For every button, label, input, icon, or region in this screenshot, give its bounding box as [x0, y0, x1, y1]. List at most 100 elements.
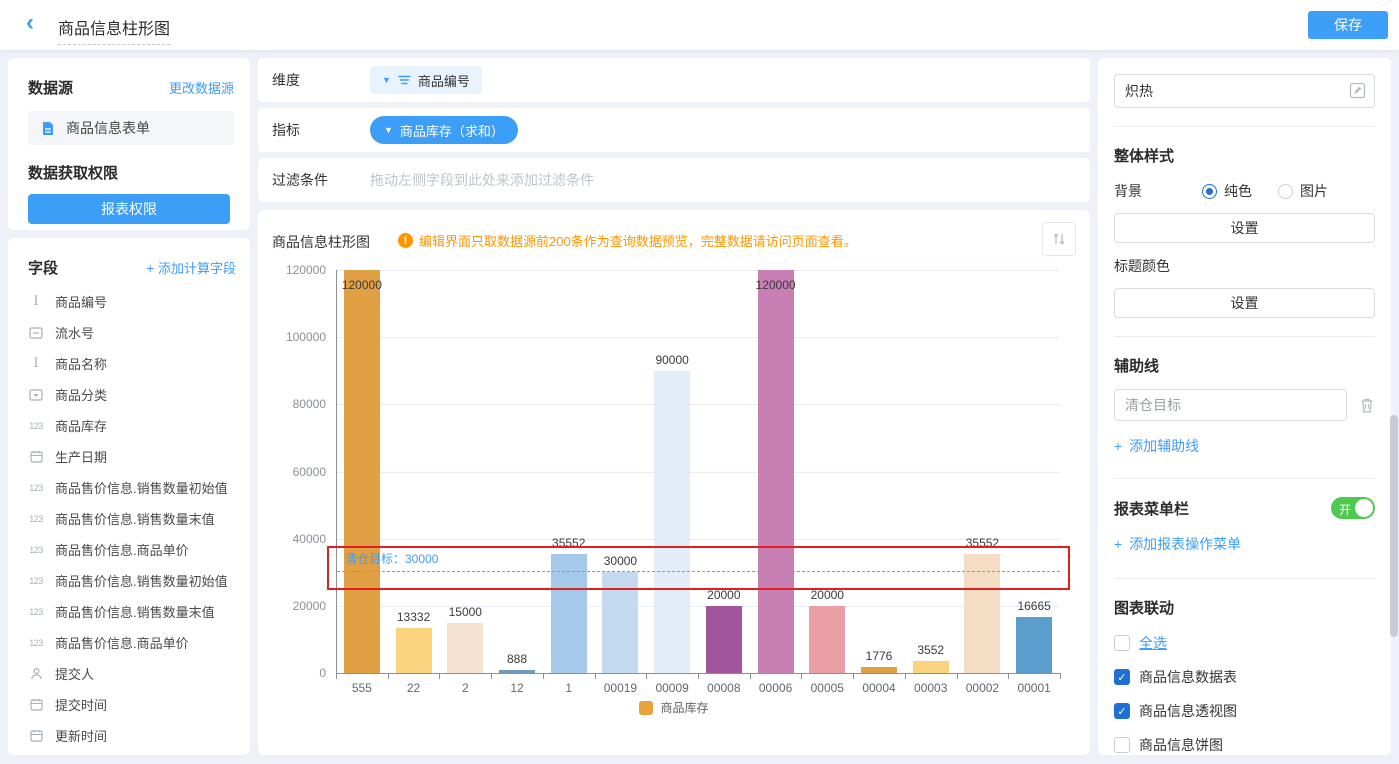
overall-style-heading: 整体样式 [1114, 145, 1375, 166]
bar-value-label: 1776 [866, 649, 893, 663]
title-color-set-button[interactable]: 设置 [1114, 288, 1375, 318]
gridline [337, 472, 1060, 473]
change-datasource-link[interactable]: 更改数据源 [169, 78, 234, 97]
field-item-label: 商品售价信息.销售数量末值 [55, 509, 215, 528]
field-item-label: 商品名称 [55, 354, 107, 373]
edit-icon[interactable] [1349, 82, 1366, 99]
text-field-icon: I [26, 356, 46, 371]
linkage-checkbox-商品信息透视图[interactable]: ✓商品信息透视图 [1114, 701, 1375, 721]
bar-00005[interactable] [809, 606, 845, 673]
field-item[interactable]: 流水号 [14, 317, 244, 348]
x-axis-tick [801, 673, 802, 679]
radio-solid-color[interactable]: 纯色 [1202, 181, 1252, 201]
bar-00006[interactable] [758, 270, 794, 673]
metric-row: 指标 ▼ 商品库存（求和） [258, 108, 1090, 152]
radio-selected-icon [1202, 184, 1217, 199]
field-item[interactable]: I商品编号 [14, 286, 244, 317]
bar-00001[interactable] [1016, 617, 1052, 673]
bar-00008[interactable] [706, 606, 742, 673]
bar-2[interactable] [447, 623, 483, 673]
bar-555[interactable] [344, 270, 380, 673]
x-axis-tick [595, 673, 596, 679]
scrollbar-thumb[interactable] [1390, 415, 1398, 637]
bar-value-label: 13332 [397, 610, 430, 624]
chevron-down-icon: ▼ [384, 125, 393, 135]
x-axis-tick [750, 673, 751, 679]
field-item[interactable]: 123商品售价信息.销售数量初始值 [14, 565, 244, 596]
field-item[interactable]: I 商品名称 [14, 348, 244, 379]
field-item[interactable]: 更新时间 [14, 720, 244, 751]
background-set-button[interactable]: 设置 [1114, 213, 1375, 243]
field-item-label: 提交人 [55, 664, 94, 683]
field-item-label: 生产日期 [55, 447, 107, 466]
add-guide-line-link[interactable]: + 添加辅助线 [1114, 436, 1375, 456]
y-axis-tick-label: 60000 [252, 465, 326, 479]
divider [1114, 478, 1375, 479]
plus-icon: + [1114, 438, 1122, 454]
field-item[interactable]: 生产日期 [14, 441, 244, 472]
bar-value-label: 888 [507, 652, 527, 666]
x-axis-label: 1 [565, 681, 572, 695]
x-axis-tick [698, 673, 699, 679]
field-item-label: 商品售价信息.销售数量末值 [55, 602, 215, 621]
field-item[interactable]: 123商品售价信息.商品单价 [14, 534, 244, 565]
x-axis-tick [957, 673, 958, 679]
toggle-knob-icon [1355, 499, 1373, 517]
add-calc-field-link[interactable]: + 添加计算字段 [146, 258, 236, 277]
field-item[interactable]: 123商品售价信息.销售数量末值 [14, 596, 244, 627]
field-item[interactable]: 提交时间 [14, 689, 244, 720]
metric-chip[interactable]: ▼ 商品库存（求和） [370, 116, 518, 144]
x-axis-label: 00004 [862, 681, 895, 695]
field-item-label: 更新时间 [55, 726, 107, 745]
datasource-item[interactable]: 商品信息表单 [28, 111, 234, 145]
x-axis-label: 00001 [1017, 681, 1050, 695]
theme-name-input[interactable] [1114, 74, 1375, 108]
dimension-chip[interactable]: ▼ 商品编号 [370, 66, 482, 94]
field-item-label: 商品库存 [55, 416, 107, 435]
guide-line-heading: 辅助线 [1114, 355, 1375, 376]
document-icon [38, 121, 58, 136]
chart-legend[interactable]: 商品库存 [258, 699, 1090, 716]
field-item[interactable]: 123商品售价信息.销售数量初始值 [14, 472, 244, 503]
linkage-checkbox-商品信息数据表[interactable]: ✓商品信息数据表 [1114, 667, 1375, 687]
number-field-icon: 123 [26, 638, 46, 648]
bar-00004[interactable] [861, 667, 897, 673]
y-axis-tick-label: 20000 [252, 599, 326, 613]
field-item[interactable]: 商品分类 [14, 379, 244, 410]
chart-linkage-heading: 图表联动 [1114, 597, 1375, 618]
add-report-menu-link[interactable]: + 添加报表操作菜单 [1114, 534, 1375, 554]
bar-00009[interactable] [654, 371, 690, 673]
field-item[interactable]: 123商品售价信息.销售数量末值 [14, 503, 244, 534]
bar-22[interactable] [396, 628, 432, 673]
x-axis-label: 22 [407, 681, 420, 695]
y-axis-tick-label: 100000 [252, 330, 326, 344]
gridline [337, 606, 1060, 607]
field-item[interactable]: 123商品售价信息.商品单价 [14, 627, 244, 658]
linkage-checkbox-商品信息饼图[interactable]: 商品信息饼图 [1114, 735, 1375, 755]
bar-00003[interactable] [913, 661, 949, 673]
checkbox-unchecked-icon [1114, 635, 1130, 651]
back-icon[interactable]: ‹ [26, 9, 34, 37]
highlight-rectangle [327, 546, 1070, 590]
divider [1114, 126, 1375, 127]
x-axis-tick [853, 673, 854, 679]
guide-line-name-input[interactable] [1114, 389, 1347, 421]
trash-icon[interactable] [1359, 397, 1375, 414]
report-menu-toggle[interactable]: 开 [1331, 497, 1375, 519]
page-title[interactable]: 商品信息柱形图 [58, 15, 170, 45]
filter-row[interactable]: 过滤条件 拖动左侧字段到此处来添加过滤条件 [258, 158, 1090, 202]
person-field-icon [26, 667, 46, 680]
date-field-icon [26, 698, 46, 711]
chart-card: 商品信息柱形图 ! 编辑界面只取数据源前200条作为查询数据预览，完整数据请访问… [258, 210, 1090, 755]
y-axis-tick-label: 120000 [252, 263, 326, 277]
field-item[interactable]: 123商品库存 [14, 410, 244, 441]
save-button[interactable]: 保存 [1308, 11, 1388, 39]
radio-image[interactable]: 图片 [1278, 181, 1328, 201]
checkbox-checked-icon: ✓ [1114, 669, 1130, 685]
dimension-row: 维度 ▼ 商品编号 [258, 58, 1090, 102]
sort-button[interactable] [1042, 222, 1076, 256]
report-permission-button[interactable]: 报表权限 [28, 194, 230, 224]
field-item[interactable]: 提交人 [14, 658, 244, 689]
select-all-checkbox[interactable]: 全选 [1114, 633, 1375, 653]
bar-12[interactable] [499, 670, 535, 673]
